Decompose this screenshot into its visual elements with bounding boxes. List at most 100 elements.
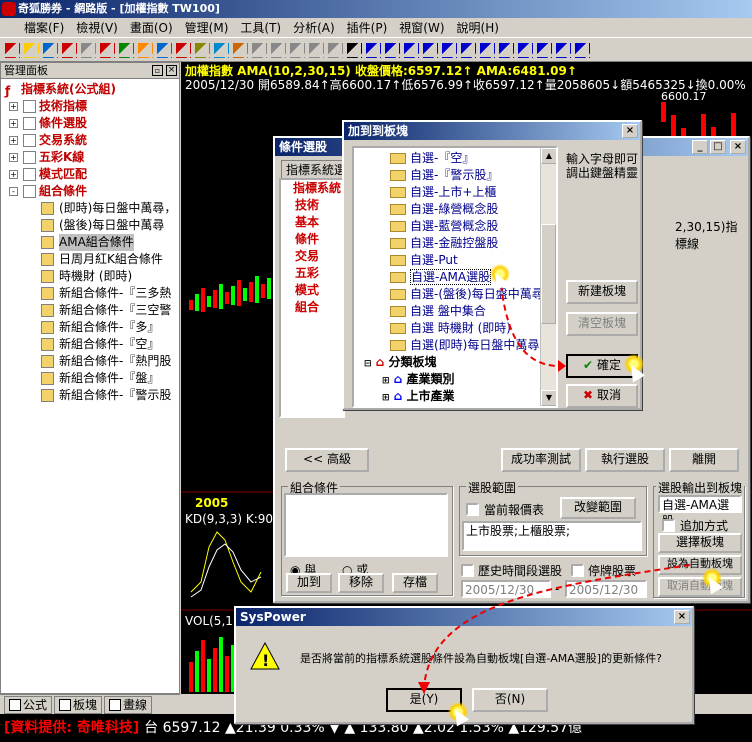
- menu-file[interactable]: 檔案(F): [18, 19, 70, 36]
- close-button[interactable]: ×: [674, 610, 690, 624]
- expand-icon[interactable]: +: [9, 153, 18, 162]
- history-checkbox[interactable]: [461, 564, 474, 577]
- toolbar-tool-icon[interactable]: [441, 41, 457, 58]
- range-field[interactable]: 上市股票;上櫃股票;: [462, 521, 642, 551]
- toolbar-tool-icon[interactable]: [555, 41, 571, 58]
- tab-formula[interactable]: 公式: [4, 695, 53, 714]
- block-list-item[interactable]: 自選-綠營概念股: [390, 201, 556, 218]
- block-list-item[interactable]: 自選-『空』: [390, 150, 556, 167]
- date-from[interactable]: 2005/12/30: [461, 580, 551, 598]
- toolbar-tool-icon[interactable]: [422, 41, 438, 58]
- expand-icon[interactable]: +: [9, 102, 18, 111]
- tab-draw[interactable]: 畫線: [104, 695, 153, 714]
- menu-tools[interactable]: 工具(T): [234, 19, 287, 36]
- menu-plugin[interactable]: 插件(P): [341, 19, 394, 36]
- expand-icon[interactable]: +: [9, 136, 18, 145]
- toolbar-tool-icon[interactable]: [175, 41, 191, 58]
- toolbar-tool-icon[interactable]: [574, 41, 590, 58]
- change-range-button[interactable]: 改變範圍: [560, 497, 636, 519]
- tab-block[interactable]: 板塊: [54, 695, 103, 714]
- toolbar-tool-icon[interactable]: [80, 41, 96, 58]
- menu-view[interactable]: 檢視(V): [70, 19, 124, 36]
- block-list-item[interactable]: 自選-(盤後)每日盤中萬尋: [390, 286, 556, 303]
- pick-block-button[interactable]: 選擇板塊: [658, 533, 742, 553]
- tree-node[interactable]: (即時)每日盤中萬尋，: [1, 200, 179, 217]
- remove-button[interactable]: 移除: [338, 573, 384, 593]
- tree-node[interactable]: 新組合條件-『三多熱: [1, 285, 179, 302]
- toolbar-tool-icon[interactable]: [498, 41, 514, 58]
- success-test-button[interactable]: 成功率測試: [501, 448, 581, 472]
- toolbar-tool-icon[interactable]: [118, 41, 134, 58]
- cond-tree-node[interactable]: 組合: [281, 299, 343, 316]
- menu-manage[interactable]: 管理(M): [179, 19, 235, 36]
- block-list-item[interactable]: 自選-『警示股』: [390, 167, 556, 184]
- output-block-field[interactable]: 自選-AMA選股: [658, 495, 742, 528]
- expand-icon[interactable]: +: [9, 170, 18, 179]
- toolbar-tool-icon[interactable]: [232, 41, 248, 58]
- tree-node[interactable]: - 組合條件: [1, 183, 179, 200]
- close-icon[interactable]: ×: [166, 65, 177, 76]
- combo-list[interactable]: [284, 493, 448, 557]
- tree-node[interactable]: 新組合條件-『警示股: [1, 387, 179, 404]
- tree-node[interactable]: 新組合條件-『空』: [1, 336, 179, 353]
- cond-tree-node[interactable]: 基本: [281, 214, 343, 231]
- toolbar-tool-icon[interactable]: [327, 41, 343, 58]
- block-list-item[interactable]: 自選 盤中集合: [390, 303, 556, 320]
- toolbar-tool-icon[interactable]: [4, 41, 20, 58]
- listed-industry-node[interactable]: ⊞ ⌂ 上市產業: [354, 388, 556, 405]
- toolbar-tool-icon[interactable]: [289, 41, 305, 58]
- save-button[interactable]: 存檔: [392, 573, 438, 593]
- toolbar-tool-icon[interactable]: [384, 41, 400, 58]
- block-list-item[interactable]: 自選-AMA選股: [390, 269, 556, 286]
- cond-tree-node[interactable]: 條件: [281, 231, 343, 248]
- add-button[interactable]: 加到: [286, 573, 332, 593]
- toolbar-tool-icon[interactable]: [99, 41, 115, 58]
- expand-icon[interactable]: -: [9, 187, 18, 196]
- toolbar-tool-icon[interactable]: [42, 41, 58, 58]
- block-list-item[interactable]: 自選-上市+上櫃: [390, 184, 556, 201]
- tree-node[interactable]: (盤後)每日盤中萬尋: [1, 217, 179, 234]
- maximize-button[interactable]: □: [710, 140, 726, 154]
- current-quote-checkbox[interactable]: [466, 503, 479, 516]
- toolbar-tool-icon[interactable]: [517, 41, 533, 58]
- close-button[interactable]: ×: [730, 140, 746, 154]
- toolbar-tool-icon[interactable]: [61, 41, 77, 58]
- tree-node[interactable]: + 交易系統: [1, 132, 179, 149]
- expand-icon[interactable]: +: [9, 119, 18, 128]
- block-list-item[interactable]: 自選(即時)每日盤中萬尋: [390, 337, 556, 354]
- menu-help[interactable]: 說明(H): [451, 19, 505, 36]
- block-list-item[interactable]: 自選-Put: [390, 252, 556, 269]
- tree-node[interactable]: 新組合條件-『多』: [1, 319, 179, 336]
- tree-node[interactable]: + 技術指標: [1, 98, 179, 115]
- toolbar-tool-icon[interactable]: [251, 41, 267, 58]
- scroll-thumb[interactable]: [541, 224, 556, 324]
- tree-node[interactable]: 新組合條件-『盤』: [1, 370, 179, 387]
- toolbar-tool-icon[interactable]: [536, 41, 552, 58]
- cond-tree-node[interactable]: 指標系統: [281, 180, 343, 197]
- cond-tree-node[interactable]: 模式: [281, 282, 343, 299]
- tree-node[interactable]: 新組合條件-『三空警: [1, 302, 179, 319]
- tree-node[interactable]: + 條件選股: [1, 115, 179, 132]
- toolbar-tool-icon[interactable]: [479, 41, 495, 58]
- toolbar-tool-icon[interactable]: [23, 41, 39, 58]
- tree-node[interactable]: + 五彩K線: [1, 149, 179, 166]
- tree-node[interactable]: AMA組合條件: [1, 234, 179, 251]
- tree-node[interactable]: 新組合條件-『熱門股: [1, 353, 179, 370]
- tree-node[interactable]: ƒ 指標系統(公式組): [1, 81, 179, 98]
- advanced-button[interactable]: << 高級: [285, 448, 369, 472]
- block-list-item[interactable]: 自選-藍營概念股: [390, 218, 556, 235]
- cancel-button[interactable]: ✖ 取消: [566, 384, 638, 408]
- menu-analysis[interactable]: 分析(A): [287, 19, 341, 36]
- cond-tree-node[interactable]: 交易: [281, 248, 343, 265]
- block-list[interactable]: 自選-『空』 自選-『警示股』 自選-上市+上櫃 自選-綠營概念股 自選-藍營概念股 自選…: [352, 146, 558, 408]
- pin-icon[interactable]: ▫: [152, 65, 163, 76]
- scroll-up-icon[interactable]: ▲: [541, 148, 556, 164]
- run-select-button[interactable]: 執行選股: [585, 448, 665, 472]
- menu-window[interactable]: 視窗(W): [393, 19, 450, 36]
- tree-node[interactable]: + 模式匹配: [1, 166, 179, 183]
- toolbar-tool-icon[interactable]: [137, 41, 153, 58]
- new-block-button[interactable]: 新建板塊: [566, 280, 638, 304]
- cond-tree[interactable]: 指標系統 技術 基本 條件 交易 五彩 模式 組合: [279, 178, 345, 418]
- industry-node[interactable]: ⊞ ⌂ 產業類別: [354, 371, 556, 388]
- toolbar-tool-icon[interactable]: [213, 41, 229, 58]
